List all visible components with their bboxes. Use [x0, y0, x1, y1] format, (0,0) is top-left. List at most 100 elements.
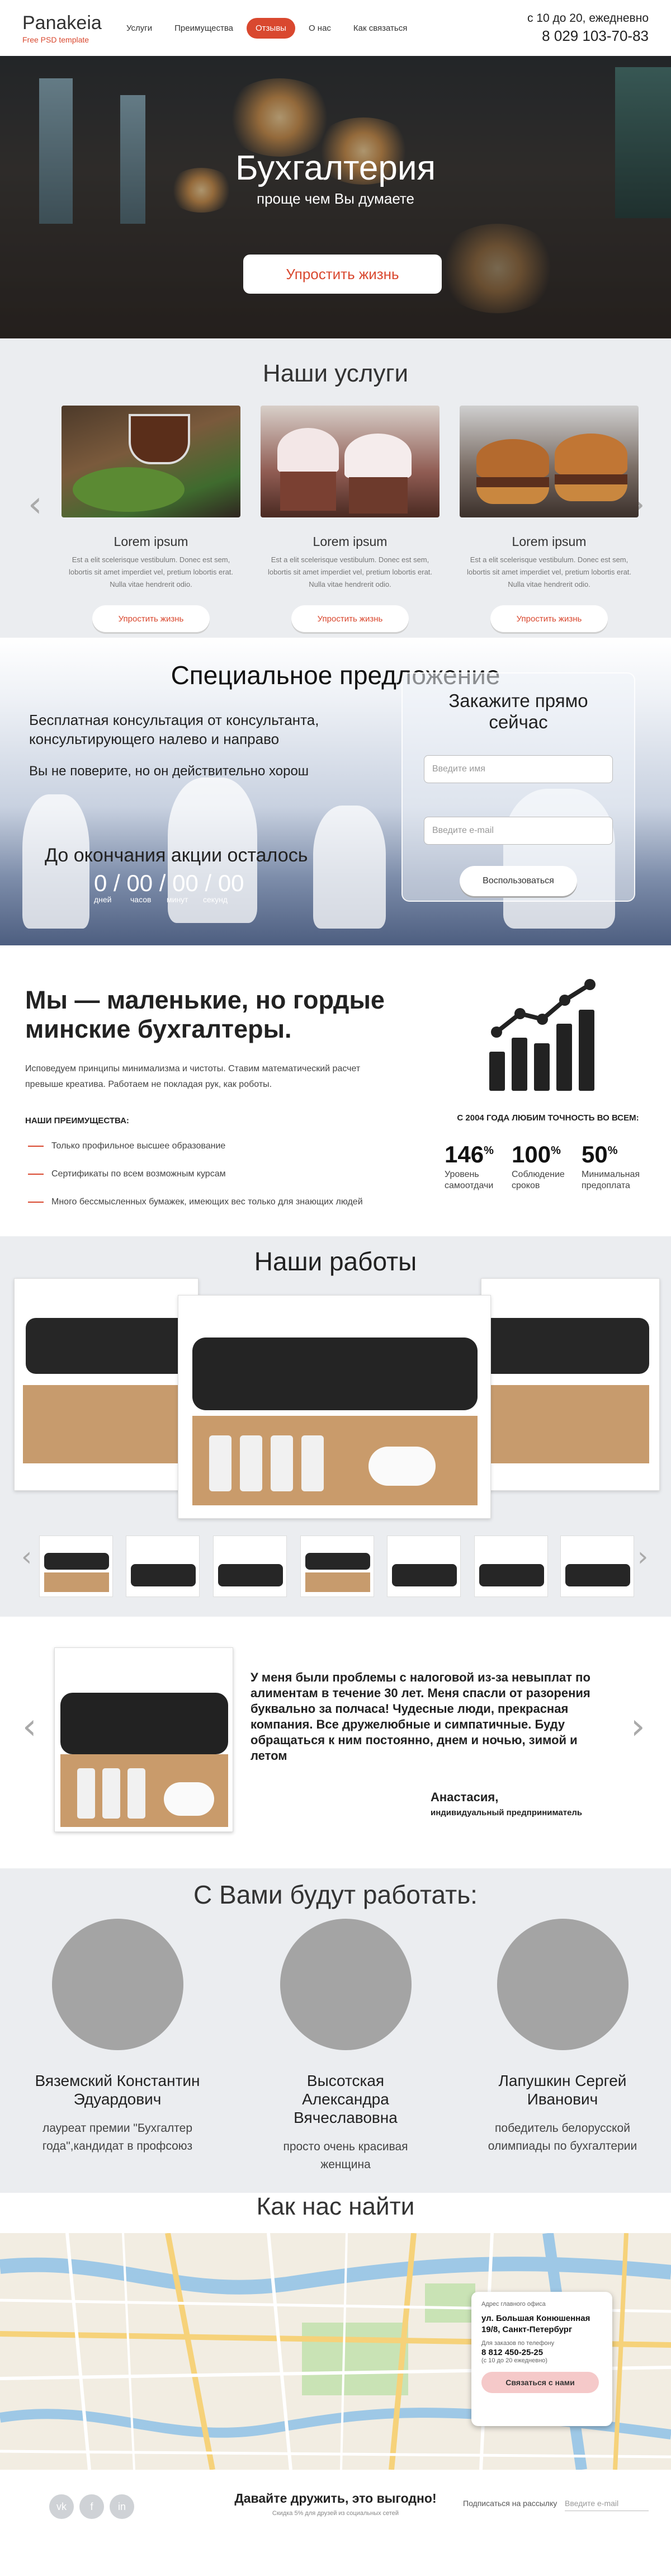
- name-input[interactable]: Введите имя: [424, 755, 613, 783]
- map[interactable]: Адрес главного офиса ул. Большая Конюшен…: [0, 2233, 671, 2470]
- testimonial-text: У меня были проблемы с налоговой из-за н…: [251, 1670, 590, 1763]
- logo-name: Panakeia: [22, 12, 102, 34]
- header-phone[interactable]: 8 029 103-70-83: [527, 27, 649, 45]
- work-thumbnail[interactable]: [560, 1536, 634, 1597]
- team-section: С Вами будут работать: Вяземский Констан…: [0, 1868, 671, 2193]
- member-name: Высотская Александра Вячеславовна: [294, 2072, 398, 2126]
- hero-section: Бухгалтерия проще чем Вы думаете Упрости…: [0, 56, 671, 338]
- phone-label: Для заказов по телефону: [481, 2340, 555, 2347]
- email-input[interactable]: Введите e-mail: [424, 817, 613, 845]
- stat-value: 50%: [582, 1141, 643, 1168]
- about-section: Мы — маленькие, но гордые минские бухгал…: [0, 945, 671, 1236]
- dash-icon: [28, 1174, 44, 1175]
- testimonial-photo: [54, 1647, 233, 1832]
- special-offer-section: Специальное предложение Бесплатная консу…: [0, 638, 671, 945]
- service-text: Est a elit scelerisque vestibulum. Donec…: [466, 555, 632, 588]
- order-form: Закажите прямо сейчас Введите имя Введит…: [401, 672, 635, 902]
- service-image-burgers: [460, 406, 639, 517]
- work-card[interactable]: [481, 1278, 660, 1491]
- advantage-item: Сертификаты по всем возможным курсам: [28, 1169, 226, 1179]
- stat-number: 50: [582, 1141, 608, 1167]
- countdown-label: До окончания акции осталось: [45, 845, 308, 866]
- office-phone[interactable]: 8 812 450-25-25: [481, 2348, 602, 2357]
- location-title: Как нас найти: [256, 2193, 415, 2220]
- advantage-text: Сертификаты по всем возможным курсам: [51, 1169, 226, 1179]
- advantages-heading: НАШИ ПРЕИМУЩЕСТВА:: [25, 1116, 129, 1125]
- team-member: Лапушкин Сергей Иванович победитель бело…: [479, 1919, 646, 2155]
- stat-value: 100%: [512, 1141, 573, 1168]
- team-member: Вяземский Константин Эдуардович лауреат …: [34, 1919, 201, 2155]
- work-thumbnail[interactable]: [126, 1536, 200, 1597]
- work-thumbnail[interactable]: [300, 1536, 374, 1597]
- stat-label: Соблюдение сроков: [512, 1170, 565, 1190]
- snow-tree-decor: [313, 806, 386, 929]
- growth-chart-icon: [489, 979, 596, 1091]
- works-prev-arrow-icon[interactable]: ‹: [21, 1541, 32, 1572]
- offer-description: Бесплатная консультация от консультанта,…: [29, 712, 319, 747]
- countdown-unit-days: дней: [94, 895, 112, 904]
- avatar: [51, 1919, 183, 2050]
- office-hours: (с 10 до 20 ежедневно): [481, 2357, 547, 2364]
- advantage-text: Только профильное высшее образование: [51, 1141, 226, 1151]
- services-title: Наши услуги: [262, 360, 409, 387]
- nav-item-reviews[interactable]: Отзывы: [247, 17, 295, 39]
- nav-item-services[interactable]: Услуги: [117, 18, 161, 39]
- office-address: ул. Большая Конюшенная 19/8, Санкт-Петер…: [481, 2314, 590, 2334]
- dash-icon: [28, 1146, 44, 1147]
- work-thumbnail[interactable]: [39, 1536, 113, 1597]
- subscribe-email-input[interactable]: Введите e-mail: [565, 2495, 649, 2511]
- working-hours: с 10 до 20, ежедневно: [527, 11, 649, 25]
- avatar: [280, 1919, 412, 2050]
- service-text: Est a elit scelerisque vestibulum. Donec…: [68, 555, 234, 588]
- services-prev-arrow-icon[interactable]: ‹: [28, 484, 42, 525]
- nav-item-contact[interactable]: Как связаться: [344, 18, 416, 39]
- location-section: Как нас найти Адрес главного офиса ул. Б…: [0, 2193, 671, 2470]
- stat-label: Минимальная предоплата: [582, 1170, 640, 1190]
- subscribe-label: Подписаться на рассылку: [463, 2499, 557, 2508]
- work-thumbnail[interactable]: [474, 1536, 548, 1597]
- stat-value: 146%: [445, 1141, 506, 1168]
- main-nav: Услуги Преимущества Отзывы О нас Как свя…: [117, 17, 420, 39]
- logo[interactable]: Panakeia Free PSD template: [22, 12, 106, 44]
- advantage-text: Много бессмысленных бумажек, имеющих вес…: [51, 1197, 363, 1207]
- nav-item-about[interactable]: О нас: [300, 18, 340, 39]
- office-info-card: Адрес главного офиса ул. Большая Конюшен…: [471, 2292, 612, 2426]
- team-title: С Вами будут работать:: [193, 1880, 478, 1909]
- stat-unit: %: [551, 1145, 561, 1157]
- service-button[interactable]: Упростить жизнь: [490, 605, 608, 632]
- hero-subtitle: проще чем Вы думаете: [256, 190, 415, 207]
- work-card-active[interactable]: [178, 1295, 491, 1519]
- dash-icon: [28, 1202, 44, 1203]
- works-next-arrow-icon[interactable]: ›: [637, 1541, 648, 1572]
- team-member: Высотская Александра Вячеславовна просто…: [262, 1919, 429, 2174]
- order-submit-button[interactable]: Воспользоваться: [460, 866, 577, 896]
- service-title: Lorem ipsum: [313, 534, 388, 549]
- order-form-title: Закажите прямо сейчас: [448, 690, 588, 732]
- service-image-tea: [62, 406, 240, 517]
- advantage-item: Много бессмысленных бумажек, имеющих вес…: [28, 1197, 363, 1207]
- site-footer: vk f in Давайте дружить, это выгодно! Ск…: [0, 2470, 671, 2544]
- service-button[interactable]: Упростить жизнь: [291, 605, 409, 632]
- service-text: Est a elit scelerisque vestibulum. Donec…: [267, 555, 433, 588]
- service-button[interactable]: Упростить жизнь: [92, 605, 210, 632]
- accuracy-heading: С 2004 ГОДА ЛЮБИМ ТОЧНОСТЬ ВО ВСЕМ:: [457, 1113, 639, 1123]
- services-list: Lorem ipsum Est a elit scelerisque vesti…: [62, 406, 659, 632]
- stat-deadlines: 100% Соблюдение сроков: [512, 1141, 573, 1192]
- header-contacts: с 10 до 20, ежедневно 8 029 103-70-83: [527, 12, 649, 45]
- testimonial-prev-arrow-icon[interactable]: ‹: [22, 1706, 37, 1748]
- office-label: Адрес главного офиса: [481, 2301, 546, 2307]
- service-title: Lorem ipsum: [114, 534, 188, 549]
- hero-title: Бухгалтерия: [235, 149, 436, 187]
- work-thumbnail[interactable]: [387, 1536, 461, 1597]
- avatar: [497, 1919, 629, 2050]
- services-section: Наши услуги ‹ › Lorem ipsum Est a elit s…: [0, 338, 671, 638]
- work-card[interactable]: [14, 1278, 199, 1491]
- advantage-item: Только профильное высшее образование: [28, 1141, 225, 1151]
- nav-item-advantages[interactable]: Преимущества: [166, 18, 242, 39]
- testimonial-next-arrow-icon[interactable]: ›: [631, 1706, 645, 1748]
- member-description: победитель белорусской олимпиады по бухг…: [488, 2122, 637, 2153]
- stat-number: 100: [512, 1141, 551, 1167]
- contact-us-button[interactable]: Связаться с нами: [481, 2372, 599, 2393]
- hero-cta-button[interactable]: Упростить жизнь: [243, 255, 442, 294]
- work-thumbnail[interactable]: [213, 1536, 287, 1597]
